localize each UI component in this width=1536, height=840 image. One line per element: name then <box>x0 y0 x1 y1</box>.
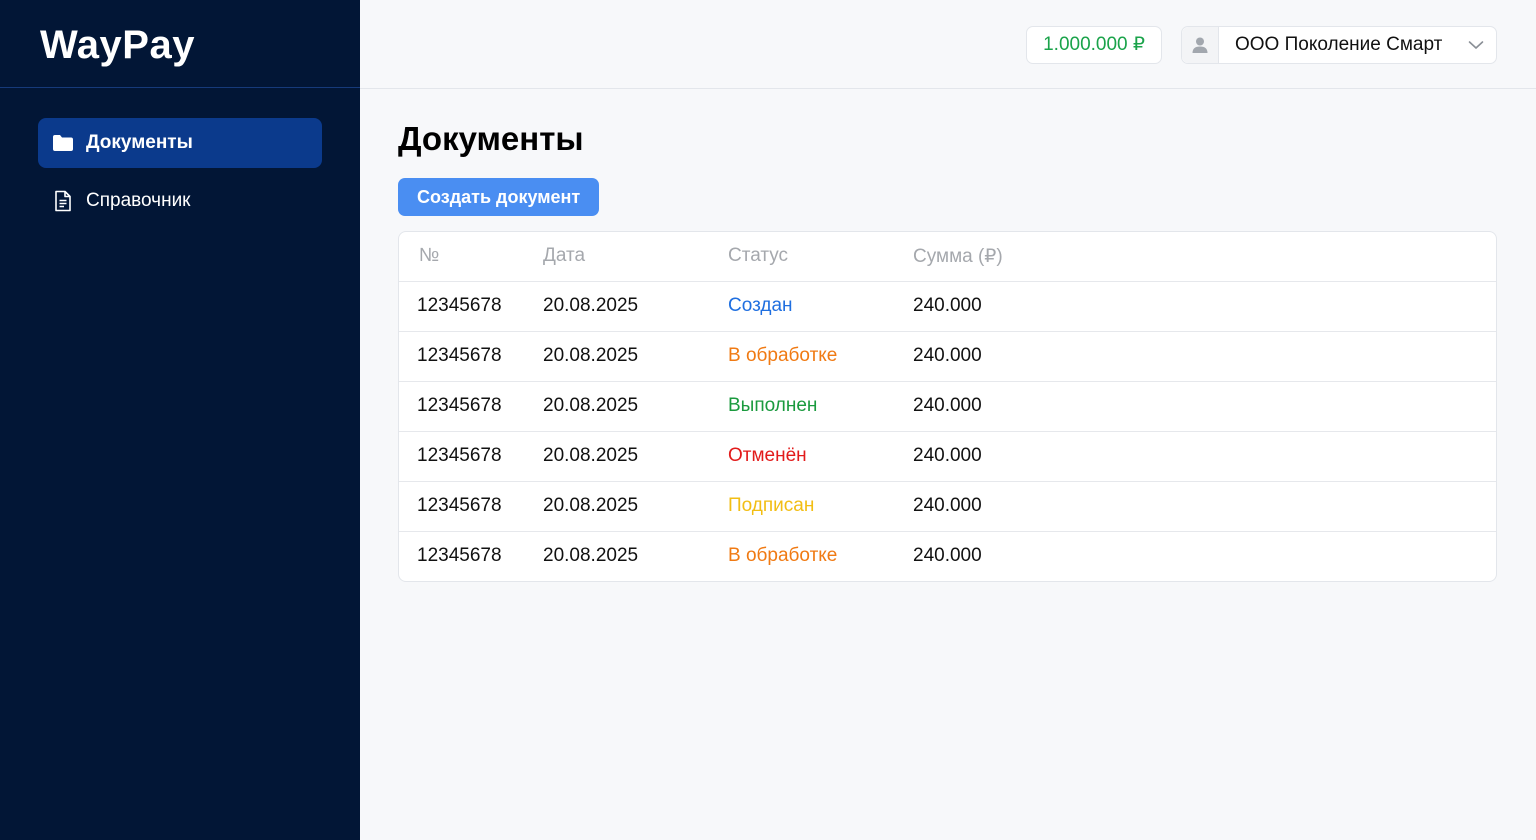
sidebar: WayPay Документы Справочник <box>0 0 360 840</box>
cell-status: Создан <box>728 295 793 316</box>
column-header-date[interactable]: Дата <box>543 232 728 281</box>
cell-date: 20.08.2025 <box>543 295 639 316</box>
sidebar-item-label: Справочник <box>86 190 191 211</box>
cell-number: 12345678 <box>417 295 502 316</box>
cell-amount: 240.000 <box>913 545 982 567</box>
create-document-button[interactable]: Создать документ <box>398 178 600 216</box>
cell-number: 12345678 <box>417 495 502 516</box>
cell-status: В обработке <box>728 545 838 567</box>
cell-number: 12345678 <box>417 345 502 366</box>
cell-amount: 240.000 <box>913 445 982 466</box>
cell-amount: 240.000 <box>913 295 982 316</box>
column-header-status[interactable]: Статус <box>728 232 913 281</box>
organization-name: ООО Поколение Смарт <box>1235 34 1443 55</box>
documents-table-card: № Дата Статус Сумма (₽) 12345678 20.08.2… <box>398 231 1497 582</box>
cell-status: Выполнен <box>728 395 818 416</box>
column-header-amount[interactable]: Сумма (₽) <box>913 232 1496 281</box>
cell-amount: 240.000 <box>913 495 982 516</box>
cell-amount: 240.000 <box>913 345 982 366</box>
column-header-number[interactable]: № <box>399 232 543 281</box>
cell-date: 20.08.2025 <box>543 495 639 516</box>
sidebar-item-label: Документы <box>86 132 193 153</box>
document-icon <box>52 190 74 212</box>
table-header-row: № Дата Статус Сумма (₽) <box>399 232 1496 281</box>
user-icon <box>1182 27 1219 63</box>
top-bar: 1.000.000 ₽ ООО Поколение Смарт <box>360 0 1536 89</box>
cell-status: Отменён <box>728 445 807 466</box>
documents-table: № Дата Статус Сумма (₽) 12345678 20.08.2… <box>399 232 1496 581</box>
cell-date: 20.08.2025 <box>543 395 639 416</box>
cell-date: 20.08.2025 <box>543 545 639 567</box>
cell-amount: 240.000 <box>913 395 982 416</box>
table-row[interactable]: 12345678 20.08.2025 Выполнен 240.000 <box>399 381 1496 431</box>
table-row[interactable]: 12345678 20.08.2025 В обработке 240.000 <box>399 331 1496 381</box>
logo-area: WayPay <box>0 0 360 88</box>
organization-selector[interactable]: ООО Поколение Смарт <box>1181 26 1497 64</box>
cell-date: 20.08.2025 <box>543 345 639 366</box>
cell-status: Подписан <box>728 495 815 516</box>
folder-icon <box>52 132 74 154</box>
table-row[interactable]: 12345678 20.08.2025 Подписан 240.000 <box>399 481 1496 531</box>
sidebar-item-reference[interactable]: Справочник <box>38 176 322 226</box>
cell-status: В обработке <box>728 345 838 366</box>
main-content: Документы Создать документ № Дата Статус… <box>398 118 1497 582</box>
chevron-down-icon[interactable] <box>1456 40 1496 50</box>
app-logo[interactable]: WayPay <box>40 22 360 68</box>
balance-badge: 1.000.000 ₽ <box>1026 26 1162 64</box>
page-title: Документы <box>398 120 584 157</box>
cell-number: 12345678 <box>417 445 502 466</box>
cell-date: 20.08.2025 <box>543 445 639 466</box>
sidebar-nav: Документы Справочник <box>0 88 360 226</box>
table-row[interactable]: 12345678 20.08.2025 В обработке 240.000 <box>399 531 1496 581</box>
cell-number: 12345678 <box>417 545 502 567</box>
table-row[interactable]: 12345678 20.08.2025 Отменён 240.000 <box>399 431 1496 481</box>
sidebar-item-documents[interactable]: Документы <box>38 118 322 168</box>
cell-number: 12345678 <box>417 395 502 416</box>
table-row[interactable]: 12345678 20.08.2025 Создан 240.000 <box>399 281 1496 331</box>
